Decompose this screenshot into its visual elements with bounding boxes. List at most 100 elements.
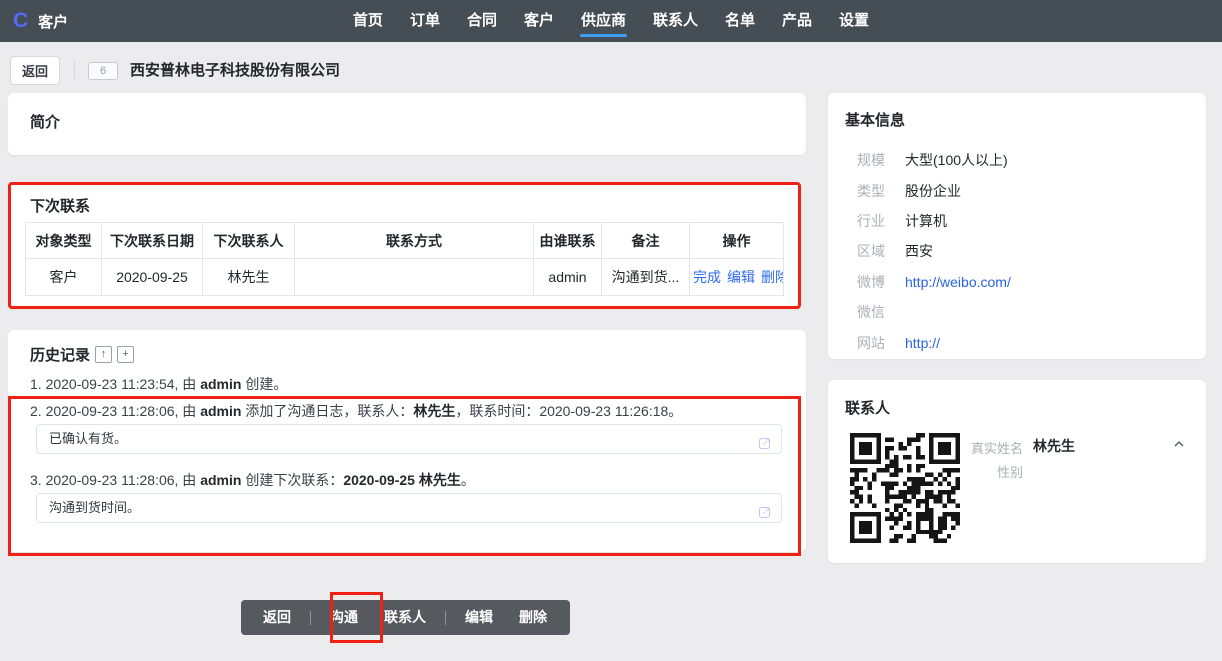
entry-text: 2. 2020-09-23 11:28:06, 由 [30, 403, 200, 419]
contact-card: 联系人 真实姓名 林先生 性别 [828, 380, 1206, 563]
entry-text: ，联系时间：2020-09-23 11:26:18。 [455, 403, 682, 419]
add-record-icon[interactable]: + [117, 346, 134, 363]
footer-contact-button[interactable]: 联系人 [371, 600, 439, 635]
entry-text: 3. 2020-09-23 11:28:06, 由 [30, 472, 200, 488]
entry-text: 。 [461, 472, 475, 488]
entry-contact: 林先生 [413, 403, 455, 419]
history-title: 历史记录 [30, 344, 90, 365]
cell-actions: 完成编辑删除 [690, 259, 784, 296]
edit-note-icon[interactable] [758, 432, 772, 460]
footer-back-button[interactable]: 返回 [250, 600, 304, 635]
field-label: 微博 [845, 272, 885, 292]
field-value: 计算机 [905, 211, 947, 231]
chevron-up-icon[interactable] [1172, 437, 1186, 456]
real-name-value: 林先生 [1033, 436, 1075, 456]
qr-code [850, 433, 960, 543]
info-row-website: 网站 http:// [828, 327, 1206, 357]
next-contact-title: 下次联系 [30, 195, 90, 216]
gender-label: 性别 [971, 462, 1023, 481]
website-link[interactable]: http:// [905, 335, 940, 351]
info-row-wechat: 微信 [828, 297, 1206, 327]
cell-contact-by: admin [534, 259, 602, 296]
col-note: 备注 [602, 223, 690, 259]
note-text: 已确认有货。 [49, 431, 127, 446]
table-header-row: 对象类型 下次联系日期 下次联系人 联系方式 由谁联系 备注 操作 [26, 223, 784, 259]
col-actions: 操作 [690, 223, 784, 259]
footer-actions: 返回 沟通 联系人 编辑 删除 [241, 600, 570, 635]
history-entry-3: 3. 2020-09-23 11:28:06, 由 admin 创建下次联系：2… [30, 470, 475, 490]
nav-item-lists[interactable]: 名单 [725, 0, 755, 42]
info-row-weibo: 微博 http://weibo.com/ [828, 267, 1206, 297]
nav-item-settings[interactable]: 设置 [839, 0, 869, 42]
entry-text: 创建。 [241, 376, 287, 392]
nav-item-customers[interactable]: 客户 [524, 0, 554, 42]
back-button[interactable]: 返回 [10, 56, 60, 85]
complete-link[interactable]: 完成 [693, 269, 721, 285]
basic-info-card: 基本信息 规模 大型(100人以上) 类型 股份企业 行业 计算机 区域 西安 … [828, 93, 1206, 359]
history-entry-2: 2. 2020-09-23 11:28:06, 由 admin 添加了沟通日志，… [30, 401, 682, 421]
nav-item-suppliers[interactable]: 供应商 [581, 0, 626, 42]
field-value: 西安 [905, 241, 933, 261]
entry-user: admin [200, 376, 241, 392]
divider [74, 61, 75, 79]
cell-object-type: 客户 [26, 259, 102, 296]
cell-contact-method [295, 259, 534, 296]
count-badge: 6 [88, 62, 118, 80]
intro-card: 简介 [8, 93, 806, 155]
real-name-label: 真实姓名 [971, 438, 1023, 457]
basic-info-title: 基本信息 [845, 109, 905, 130]
col-contact-method: 联系方式 [295, 223, 534, 259]
col-object-type: 对象类型 [26, 223, 102, 259]
field-value: 大型(100人以上) [905, 150, 1008, 170]
edit-note-icon[interactable] [758, 501, 772, 529]
field-label: 网站 [845, 333, 885, 353]
entry-text: 添加了沟通日志，联系人： [241, 403, 413, 419]
history-card: 历史记录 ↑ + 1. 2020-09-23 11:23:54, 由 admin… [8, 330, 806, 552]
note-text: 沟通到货时间。 [49, 500, 140, 515]
col-next-person: 下次联系人 [203, 223, 295, 259]
history-note-2[interactable]: 已确认有货。 [36, 424, 782, 454]
field-label: 行业 [845, 211, 885, 231]
collapse-up-icon[interactable]: ↑ [95, 346, 112, 363]
footer-communicate-button[interactable]: 沟通 [317, 600, 371, 635]
page-title: 西安普林电子科技股份有限公司 [130, 60, 340, 81]
info-row-industry: 行业 计算机 [828, 206, 1206, 236]
delete-link[interactable]: 删除 [761, 269, 784, 285]
info-row-scale: 规模 大型(100人以上) [828, 145, 1206, 175]
next-contact-card: 下次联系 对象类型 下次联系日期 下次联系人 联系方式 由谁联系 备注 操作 客… [8, 182, 801, 309]
field-label: 微信 [845, 302, 885, 322]
col-next-date: 下次联系日期 [102, 223, 203, 259]
edit-link[interactable]: 编辑 [727, 269, 755, 285]
divider [310, 611, 311, 625]
entry-user: admin [200, 403, 241, 419]
topbar: C 客户 首页 订单 合同 客户 供应商 联系人 名单 产品 设置 [0, 0, 1222, 42]
weibo-link[interactable]: http://weibo.com/ [905, 274, 1011, 290]
history-note-3[interactable]: 沟通到货时间。 [36, 493, 782, 523]
entry-next-contact: 2020-09-25 林先生 [343, 472, 461, 488]
nav-item-orders[interactable]: 订单 [410, 0, 440, 42]
field-label: 区域 [845, 241, 885, 261]
history-entry-1: 1. 2020-09-23 11:23:54, 由 admin 创建。 [30, 374, 287, 394]
contact-title: 联系人 [845, 397, 890, 418]
field-value: 股份企业 [905, 181, 961, 201]
divider [445, 611, 446, 625]
col-contact-by: 由谁联系 [534, 223, 602, 259]
main-nav: 首页 订单 合同 客户 供应商 联系人 名单 产品 设置 [0, 0, 1222, 42]
entry-text: 1. 2020-09-23 11:23:54, 由 [30, 376, 200, 392]
nav-item-contracts[interactable]: 合同 [467, 0, 497, 42]
cell-note: 沟通到货... [602, 259, 690, 296]
nav-item-contacts[interactable]: 联系人 [653, 0, 698, 42]
cell-next-date: 2020-09-25 [102, 259, 203, 296]
intro-title: 简介 [30, 111, 60, 132]
next-contact-table: 对象类型 下次联系日期 下次联系人 联系方式 由谁联系 备注 操作 客户 202… [25, 222, 784, 296]
footer-edit-button[interactable]: 编辑 [452, 600, 506, 635]
cell-next-person: 林先生 [203, 259, 295, 296]
table-row: 客户 2020-09-25 林先生 admin 沟通到货... 完成编辑删除 [26, 259, 784, 296]
nav-item-products[interactable]: 产品 [782, 0, 812, 42]
entry-user: admin [200, 472, 241, 488]
info-row-region: 区域 西安 [828, 236, 1206, 266]
info-row-type: 类型 股份企业 [828, 175, 1206, 205]
field-label: 类型 [845, 181, 885, 201]
footer-delete-button[interactable]: 删除 [506, 600, 560, 635]
nav-item-home[interactable]: 首页 [353, 0, 383, 42]
